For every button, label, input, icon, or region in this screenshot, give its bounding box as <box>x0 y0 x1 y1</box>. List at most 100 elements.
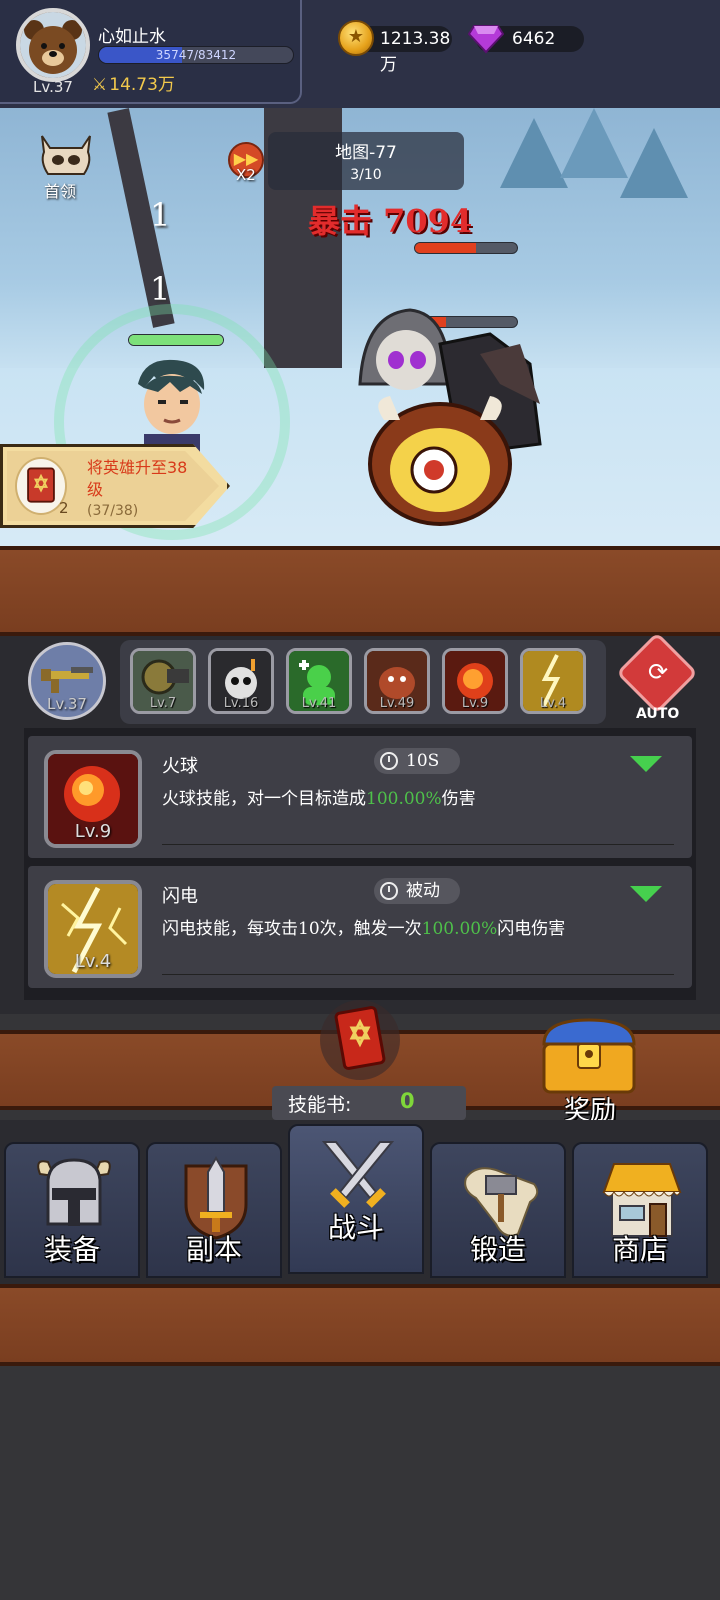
skill-book-label: 技能书: <box>288 1094 352 1116</box>
enemy-group <box>358 308 542 526</box>
battle-scene: 首领 ▶▶ X2 地图-77 3/10 暴击 7094 1 1 2 将英雄升至3… <box>0 108 720 546</box>
skill-slot-bomb[interactable]: Lv.16 <box>208 648 274 714</box>
treasure-chest-icon[interactable] <box>534 1014 644 1096</box>
skill-slot-heal[interactable]: Lv.41 <box>286 648 352 714</box>
skill-description: 闪电技能，每攻击10次，触发一次100.00%闪电伤害 <box>162 914 565 939</box>
skill-slot-level: Lv.4 <box>539 696 567 711</box>
coin-icon: ★ <box>338 20 374 56</box>
quest-reward-count: 2 <box>59 499 69 517</box>
skill-book-value: 0 <box>400 1089 415 1113</box>
combat-power-value: 14.73万 <box>109 75 175 95</box>
player-profile-panel[interactable]: Lv.37 心如止水 35747/83412 ⚔ 14.73万 <box>0 0 302 104</box>
nav-battle[interactable]: 战斗 <box>288 1124 424 1274</box>
xp-bar: 35747/83412 <box>98 46 294 64</box>
nav-dungeon[interactable]: 副本 <box>146 1142 282 1278</box>
empty-footer <box>0 1366 720 1600</box>
skill-description: 火球技能，对一个目标造成100.00%伤害 <box>162 784 476 809</box>
quest-card[interactable]: 2 将英雄升至38级 (37/38) <box>0 444 230 528</box>
clock-icon <box>380 882 398 900</box>
auto-label: AUTO <box>636 706 680 722</box>
nav-label: 战斗 <box>327 1211 384 1244</box>
damage-number: 1 <box>150 270 171 308</box>
skill-book-icon[interactable] <box>318 998 402 1082</box>
cooldown-pill: 10S <box>374 748 460 774</box>
nav-label: 副本 <box>185 1233 242 1266</box>
skill-name: 闪电 <box>162 886 198 907</box>
map-name: 地图-77 <box>335 143 397 163</box>
divider <box>162 844 674 845</box>
bottom-navigation: 装备 副本 战斗 锻造 商店 <box>0 1120 720 1284</box>
boss-skull-icon[interactable] <box>36 132 96 184</box>
pine-tree <box>500 118 568 188</box>
player-level: Lv.37 <box>33 78 73 96</box>
pine-tree <box>620 128 688 198</box>
skill-slot-level: Lv.49 <box>379 696 415 711</box>
nav-label: 锻造 <box>469 1233 526 1266</box>
gem-counter[interactable]: 6462 <box>468 25 584 54</box>
skill-slot-monster[interactable]: Lv.49 <box>364 648 430 714</box>
wave-counter: 3/10 <box>350 167 382 183</box>
skill-slot-level: Lv.9 <box>461 696 489 711</box>
damage-number: 1 <box>150 196 171 234</box>
chevron-down-icon[interactable] <box>630 886 662 902</box>
skill-list[interactable]: Lv.9 火球 10S 火球技能，对一个目标造成100.00%伤害 Lv.4 闪… <box>24 728 696 1000</box>
skill-slot-level: Lv.41 <box>301 696 337 711</box>
avatar[interactable] <box>16 8 90 82</box>
xp-text: 35747/83412 <box>155 48 237 62</box>
skill-description-suffix: 伤害 <box>441 789 476 809</box>
weapon-button[interactable]: Lv.37 <box>28 642 106 720</box>
hero-character <box>138 359 205 454</box>
skill-slot-level: Lv.7 <box>149 696 177 711</box>
critical-damage-text: 暴击 7094 <box>308 202 473 240</box>
player-name: 心如止水 <box>98 27 166 47</box>
quest-title: 将英雄升至38级 <box>87 458 188 499</box>
skill-slot-level: Lv.16 <box>223 696 259 711</box>
cooldown-value: 10S <box>406 751 440 771</box>
weapon-level: Lv.37 <box>47 695 87 713</box>
skill-level: Lv.4 <box>74 951 112 972</box>
skill-card-lightning[interactable]: Lv.4 闪电 被动 闪电技能，每攻击10次，触发一次100.00%闪电伤害 <box>28 866 692 988</box>
gem-icon <box>468 25 504 54</box>
rifle-icon <box>41 667 93 693</box>
clock-icon <box>380 752 398 770</box>
quest-progress: (37/38) <box>87 503 139 519</box>
nav-shop[interactable]: 商店 <box>572 1142 708 1278</box>
speed-label: X2 <box>236 166 256 184</box>
skill-level: Lv.9 <box>74 821 112 842</box>
gold-counter[interactable]: ★ 1213.38万 <box>338 20 452 75</box>
skill-description-suffix: 闪电伤害 <box>497 919 566 939</box>
bear-avatar-icon <box>20 12 86 78</box>
nav-equipment[interactable]: 装备 <box>4 1142 140 1278</box>
skill-slot-fireball[interactable]: Lv.9 <box>442 648 508 714</box>
cooldown-pill: 被动 <box>374 878 460 904</box>
equipped-skills-bar: Lv.7 Lv.16 Lv.41 Lv.49 Lv.9 Lv.4 <box>120 640 606 724</box>
nav-forge[interactable]: 锻造 <box>430 1142 566 1278</box>
pine-tree <box>560 108 628 178</box>
skill-damage-percent: 100.00% <box>421 919 498 939</box>
skill-description-text: 闪电技能，每攻击10次，触发一次 <box>162 919 422 939</box>
crossed-swords-icon: ⚔ <box>92 75 108 95</box>
skill-icon: Lv.4 <box>44 880 142 978</box>
skill-description-text: 火球技能，对一个目标造成 <box>162 789 366 809</box>
enemy-hp-bar <box>414 242 518 254</box>
skill-slot-lightning[interactable]: Lv.4 <box>520 648 586 714</box>
skill-book-counter: 技能书: 0 <box>272 1086 466 1120</box>
top-bar: Lv.37 心如止水 35747/83412 ⚔ 14.73万 ★ 1213.38… <box>0 0 720 108</box>
gem-value: 6462 <box>512 29 556 49</box>
chevron-down-icon[interactable] <box>630 756 662 772</box>
skill-slot-cannon[interactable]: Lv.7 <box>130 648 196 714</box>
combat-power: ⚔ 14.73万 <box>92 70 175 95</box>
gold-value: 1213.38万 <box>380 29 451 75</box>
enemy-hp-fill <box>415 243 477 253</box>
map-info-panel: 地图-77 3/10 <box>268 132 464 190</box>
skill-name: 火球 <box>162 756 198 777</box>
wood-divider <box>0 1284 720 1366</box>
cooldown-value: 被动 <box>406 881 440 901</box>
refresh-icon: ⟳ <box>647 658 669 686</box>
skill-panel: Lv.37 Lv.7 Lv.16 Lv.41 Lv.49 Lv.9 Lv.4 ⟳… <box>0 631 720 1014</box>
wood-divider <box>0 546 720 636</box>
divider <box>162 974 674 975</box>
skill-card-fireball[interactable]: Lv.9 火球 10S 火球技能，对一个目标造成100.00%伤害 <box>28 736 692 858</box>
nav-label: 装备 <box>43 1233 100 1266</box>
skill-icon: Lv.9 <box>44 750 142 848</box>
